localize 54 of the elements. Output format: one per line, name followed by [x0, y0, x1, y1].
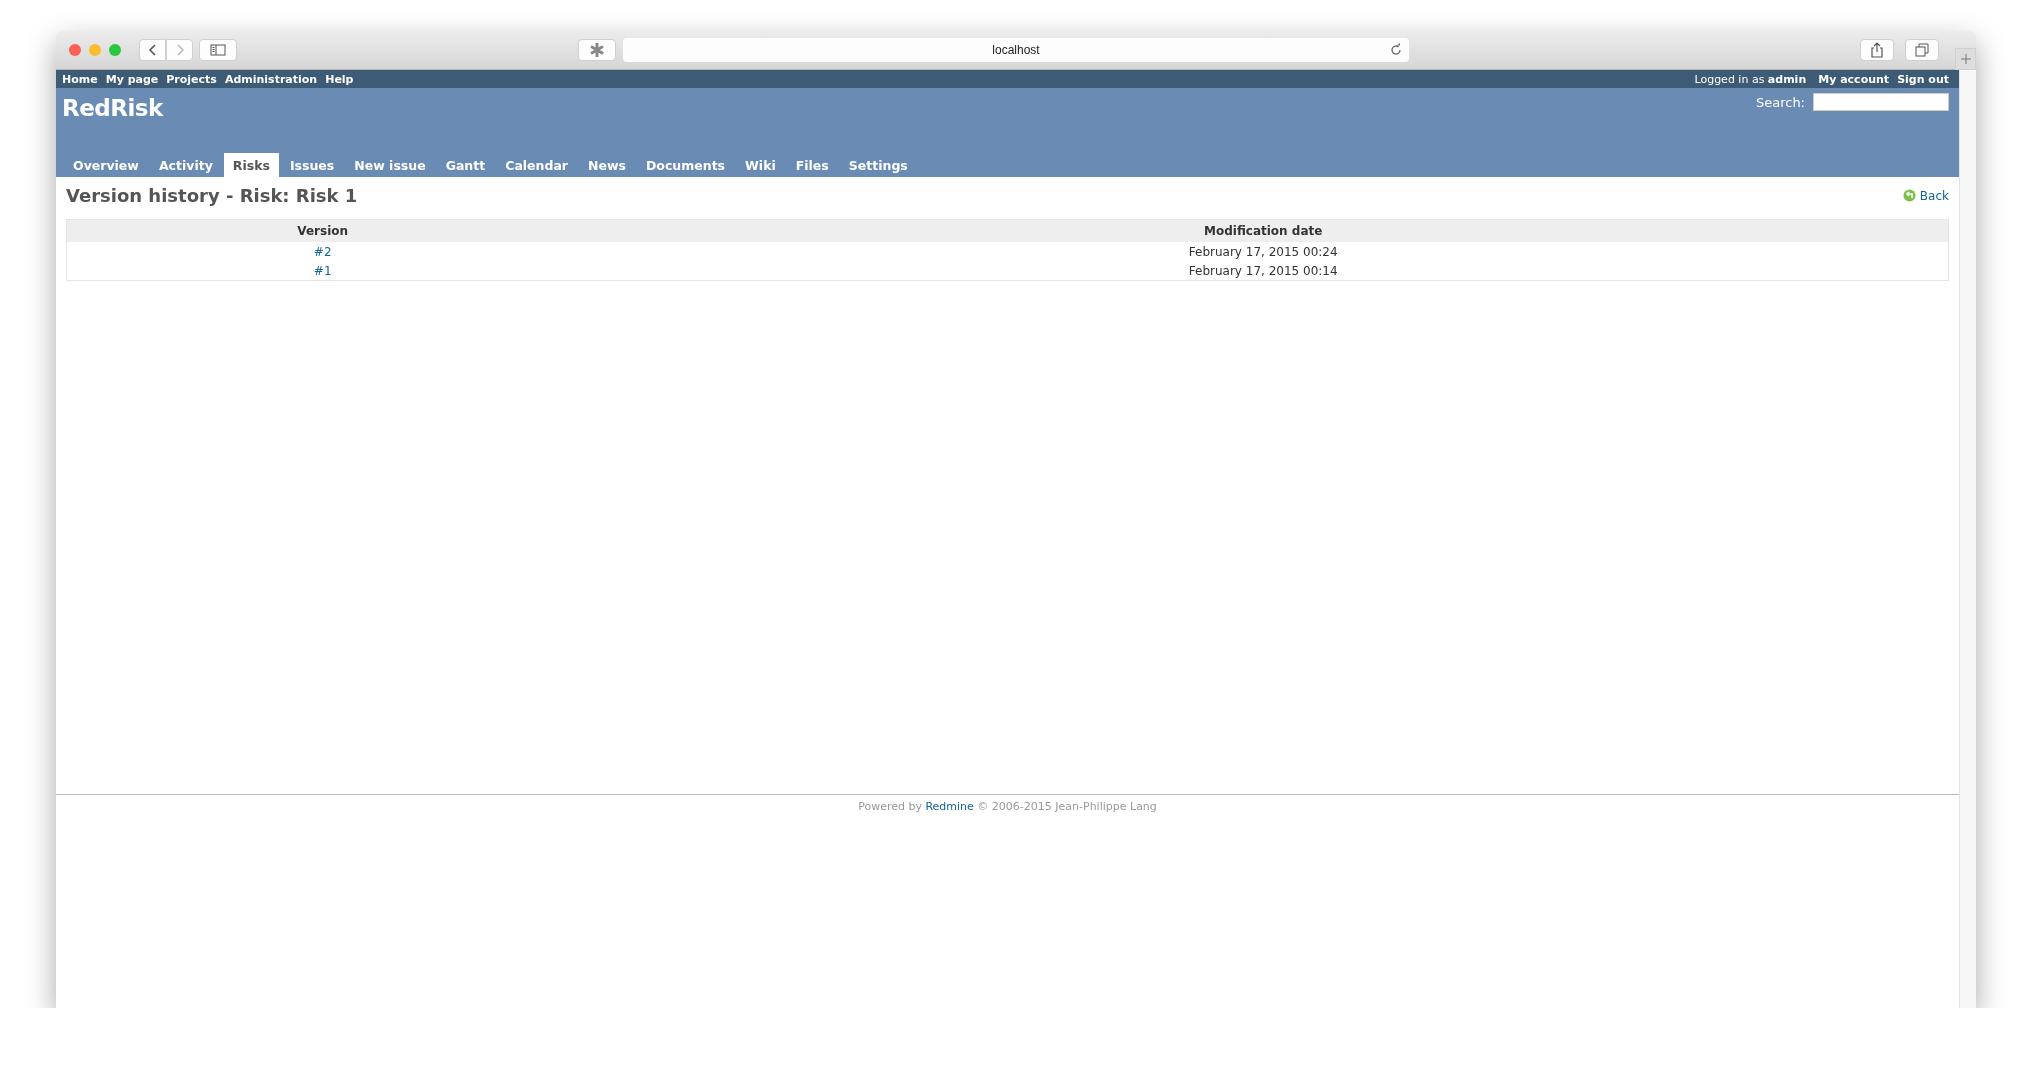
project-tab[interactable]: Gantt — [436, 153, 495, 177]
version-link[interactable]: #1 — [313, 263, 332, 278]
top-menu-link[interactable]: Administration — [224, 72, 318, 86]
forward-button[interactable] — [166, 39, 193, 61]
logged-in-text: Logged in as admin — [1694, 72, 1807, 86]
project-tab[interactable]: Risks — [223, 153, 279, 177]
share-button[interactable] — [1860, 39, 1894, 61]
chevron-left-icon — [147, 44, 158, 56]
address-bar[interactable]: localhost — [623, 38, 1409, 62]
project-tab[interactable]: News — [579, 153, 635, 177]
search-field[interactable] — [1813, 93, 1949, 111]
search-label: Search: — [1755, 94, 1805, 110]
page-title: Version history - Risk: Risk 1 — [66, 185, 358, 206]
project-title: RedRisk — [62, 94, 163, 121]
share-icon — [1870, 42, 1884, 58]
project-tab[interactable]: Documents — [636, 153, 735, 177]
scrollbar[interactable] — [1959, 70, 1976, 1008]
project-tab[interactable]: Files — [786, 153, 838, 177]
project-tab[interactable]: Overview — [64, 153, 148, 177]
redmine-link[interactable]: Redmine — [925, 800, 974, 813]
back-button[interactable] — [139, 39, 166, 61]
date-cell: February 17, 2015 00:14 — [578, 261, 1949, 281]
top-menu-link[interactable]: Home — [62, 72, 98, 86]
minimize-window-button[interactable] — [89, 44, 101, 56]
close-window-button[interactable] — [69, 44, 81, 56]
date-cell: February 17, 2015 00:24 — [578, 242, 1949, 261]
project-tab[interactable]: Wiki — [736, 153, 785, 177]
top-menu-link[interactable]: Projects — [166, 72, 217, 86]
project-tab[interactable]: Activity — [149, 153, 222, 177]
overlapping-squares-icon — [1915, 43, 1929, 57]
top-menu-link[interactable]: Help — [325, 72, 354, 86]
project-tab[interactable]: Settings — [839, 153, 917, 177]
new-tab-button[interactable] — [1955, 48, 1976, 70]
project-tab[interactable]: Issues — [280, 153, 344, 177]
account-link[interactable]: Sign out — [1897, 72, 1949, 86]
project-tab[interactable]: New issue — [345, 153, 435, 177]
plus-icon — [1960, 54, 1971, 64]
tabs-overview-button[interactable] — [1905, 39, 1939, 61]
account-link[interactable]: My account — [1818, 72, 1890, 86]
chevron-right-icon — [174, 44, 185, 56]
project-tab[interactable]: Calendar — [496, 153, 578, 177]
sidebar-button[interactable] — [199, 39, 237, 61]
extension-button[interactable] — [578, 39, 616, 61]
zoom-window-button[interactable] — [109, 44, 121, 56]
column-header: Version — [66, 219, 579, 242]
footer-credit: Powered by Redmine © 2006-2015 Jean-Philippe Lang — [858, 800, 1157, 813]
back-link[interactable]: Back — [1902, 188, 1949, 203]
sidebar-icon — [210, 44, 226, 56]
version-link[interactable]: #2 — [313, 244, 332, 259]
back-arrow-icon — [1902, 189, 1916, 202]
reload-icon — [1389, 43, 1403, 57]
top-menu-link[interactable]: My page — [105, 72, 159, 86]
column-header: Modification date — [578, 219, 1949, 242]
asterisk-icon — [589, 42, 605, 58]
